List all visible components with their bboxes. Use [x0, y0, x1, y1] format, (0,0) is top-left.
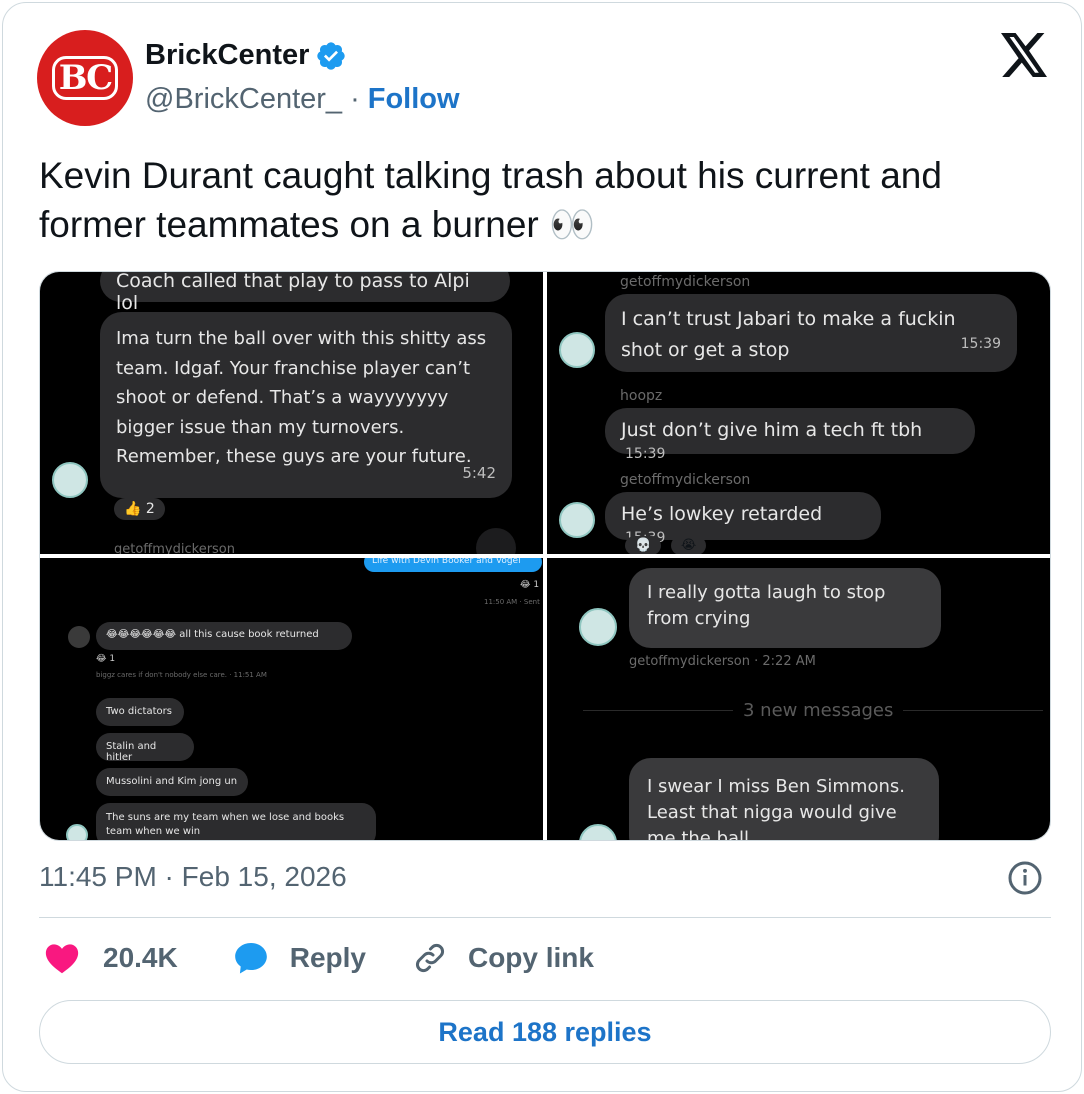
read-replies-button[interactable]: Read 188 replies	[39, 1000, 1051, 1064]
chat-meta: biggz cares if don't nobody else care. ·…	[96, 671, 267, 679]
like-count: 20.4K	[103, 942, 178, 973]
avatar[interactable]: BC	[37, 30, 133, 126]
copy-link-label: Copy link	[467, 942, 594, 973]
chat-bubble: Two dictators	[96, 698, 184, 726]
tweet-timestamp[interactable]: 11:45 PM · Feb 15, 2026	[39, 861, 347, 893]
action-bar: 20.4K Reply Copy link	[43, 939, 594, 977]
sent-reaction: 😂 1	[520, 580, 540, 590]
chat-bubble: Just don’t give him a tech ft tbh 15:39	[605, 408, 975, 462]
chat-sender: getoffmydickerson	[620, 274, 751, 290]
media-image-4[interactable]: I really gotta laugh to stop from crying…	[547, 558, 1050, 841]
chat-sender: hoopz	[620, 388, 663, 404]
chat-bubble: The suns are my team when we lose and bo…	[96, 803, 376, 840]
author-name[interactable]: BrickCenter	[145, 39, 309, 72]
verified-badge-icon	[317, 41, 346, 70]
scroll-down-button[interactable]	[476, 528, 516, 554]
media-image-1[interactable]: Coach called that play to pass to Alpi l…	[40, 272, 543, 554]
chat-bubble: Coach called that play to pass to Alpi l…	[100, 272, 510, 314]
chat-message-text: Stalin and hitler	[106, 741, 157, 763]
reaction-chip: 💀	[625, 536, 662, 554]
chat-avatar	[68, 626, 90, 648]
chat-sender: getoffmydickerson	[620, 472, 751, 488]
chat-message-text: I swear I miss Ben Simmons. Least that n…	[647, 776, 905, 841]
chat-message-text: The suns are my team when we lose and bo…	[106, 812, 345, 837]
author-name-row[interactable]: BrickCenter	[145, 39, 347, 72]
author-handle[interactable]: @BrickCenter_	[145, 83, 342, 116]
read-replies-label: Read 188 replies	[438, 1016, 652, 1047]
media-image-2[interactable]: getoffmydickerson I can’t trust Jabari t…	[547, 272, 1050, 554]
chat-sender: getoffmydickerson	[114, 542, 235, 554]
chat-message-time: 15:39	[960, 336, 1001, 352]
chat-bubble: Mussolini and Kim jong un	[96, 768, 248, 796]
sent-time: 11:50 AM · Sent	[484, 598, 540, 606]
chat-message-text: I really gotta laugh to stop from crying	[647, 582, 886, 629]
chat-meta: getoffmydickerson · 2:22 AM	[629, 654, 816, 669]
chat-bubble: Stalin and hitler	[96, 733, 194, 763]
reaction-chip: 😭	[671, 536, 707, 554]
new-messages-label: 3 new messages	[733, 700, 904, 721]
reaction-chip: 👍 2	[114, 498, 165, 520]
chat-message-text: I can’t trust Jabari to make a fuckin sh…	[621, 308, 956, 361]
chat-message-text: Mussolini and Kim jong un	[106, 776, 238, 787]
tweet-card: BC BrickCenter @BrickCenter_ · Follow Ke…	[2, 2, 1082, 1092]
avatar-logo-text: BC	[51, 56, 119, 100]
chat-bubble: He’s lowkey retarded 15:39	[605, 492, 881, 546]
reply-label: Reply	[289, 942, 366, 973]
author-handle-row: @BrickCenter_ · Follow	[145, 83, 460, 116]
chat-avatar	[66, 824, 88, 840]
chat-message-text: Coach called that play to pass to Alpi l…	[116, 272, 470, 314]
media-grid[interactable]: Coach called that play to pass to Alpi l…	[39, 271, 1051, 841]
sent-bubble: Life with Devin Booker and Vogel	[364, 558, 542, 572]
reply-button[interactable]: Reply	[232, 939, 366, 977]
chat-message-time: 5:42	[462, 463, 496, 482]
copy-link-button[interactable]: Copy link	[412, 940, 594, 976]
chat-bubble: I can’t trust Jabari to make a fuckin sh…	[605, 294, 1017, 372]
chat-bubble: I really gotta laugh to stop from crying	[629, 568, 941, 648]
info-icon[interactable]	[1007, 860, 1043, 896]
chat-bubble: Ima turn the ball over with this shitty …	[100, 312, 512, 498]
chat-avatar	[52, 462, 88, 498]
follow-button[interactable]: Follow	[368, 83, 460, 116]
chat-message-text: Two dictators	[106, 706, 172, 717]
heart-icon	[45, 944, 79, 974]
reply-bubble-icon	[234, 942, 267, 974]
handle-separator: ·	[350, 83, 360, 115]
like-button[interactable]: 20.4K	[43, 939, 178, 977]
media-image-3[interactable]: Life with Devin Booker and Vogel 😂 1 11:…	[40, 558, 543, 840]
chat-bubble: 😂😂😂😂😂😂 all this cause book returned	[96, 622, 352, 650]
x-logo-icon[interactable]	[1001, 33, 1049, 77]
chat-avatar	[579, 608, 617, 646]
chat-message-text: Ima turn the ball over with this shitty …	[116, 328, 487, 467]
chat-message-time: 15:39	[625, 446, 666, 462]
chat-avatar	[559, 332, 595, 368]
chat-reaction: 😂 1	[96, 654, 116, 664]
sent-message-text: Life with Devin Booker and Vogel	[372, 558, 521, 566]
tweet-text: Kevin Durant caught talking trash about …	[39, 155, 942, 245]
chat-message-text: He’s lowkey retarded	[621, 503, 823, 525]
chat-avatar	[579, 824, 617, 840]
chat-message-text: 😂😂😂😂😂😂 all this cause book returned	[106, 629, 319, 640]
divider	[39, 917, 1051, 918]
chat-message-text: Just don’t give him a tech ft tbh	[621, 419, 923, 441]
chat-bubble: I swear I miss Ben Simmons. Least that n…	[629, 758, 939, 841]
chat-avatar	[559, 502, 595, 538]
link-icon	[415, 944, 444, 972]
